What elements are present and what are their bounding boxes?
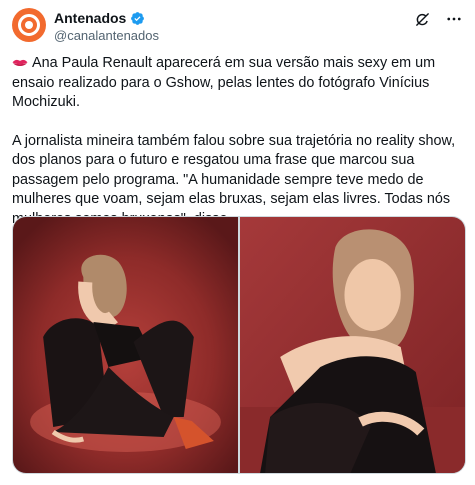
author-handle[interactable]: @canalantenados [54, 28, 159, 43]
post-paragraph-1-text: Ana Paula Renault aparecerá em sua versã… [12, 55, 436, 110]
post-text: Ana Paula Renault aparecerá em sua versã… [12, 54, 464, 229]
avatar-logo-icon [18, 14, 40, 36]
photo-2[interactable] [240, 217, 465, 473]
photo-1[interactable] [13, 217, 238, 473]
grok-icon[interactable] [413, 10, 431, 28]
more-options-icon[interactable] [445, 10, 463, 28]
author-row: Antenados [54, 10, 145, 26]
post-card: Antenados @canalantenados Ana Paula Rena… [0, 0, 475, 485]
lips-emoji-icon [12, 55, 28, 66]
top-actions [413, 10, 463, 28]
post-paragraph-1: Ana Paula Renault aparecerá em sua versã… [12, 54, 464, 113]
verified-badge-icon [130, 11, 145, 26]
post-paragraph-2: A jornalista mineira também falou sobre … [12, 132, 456, 227]
media-grid [12, 216, 466, 474]
avatar[interactable] [12, 8, 46, 42]
author-display-name[interactable]: Antenados [54, 10, 126, 26]
